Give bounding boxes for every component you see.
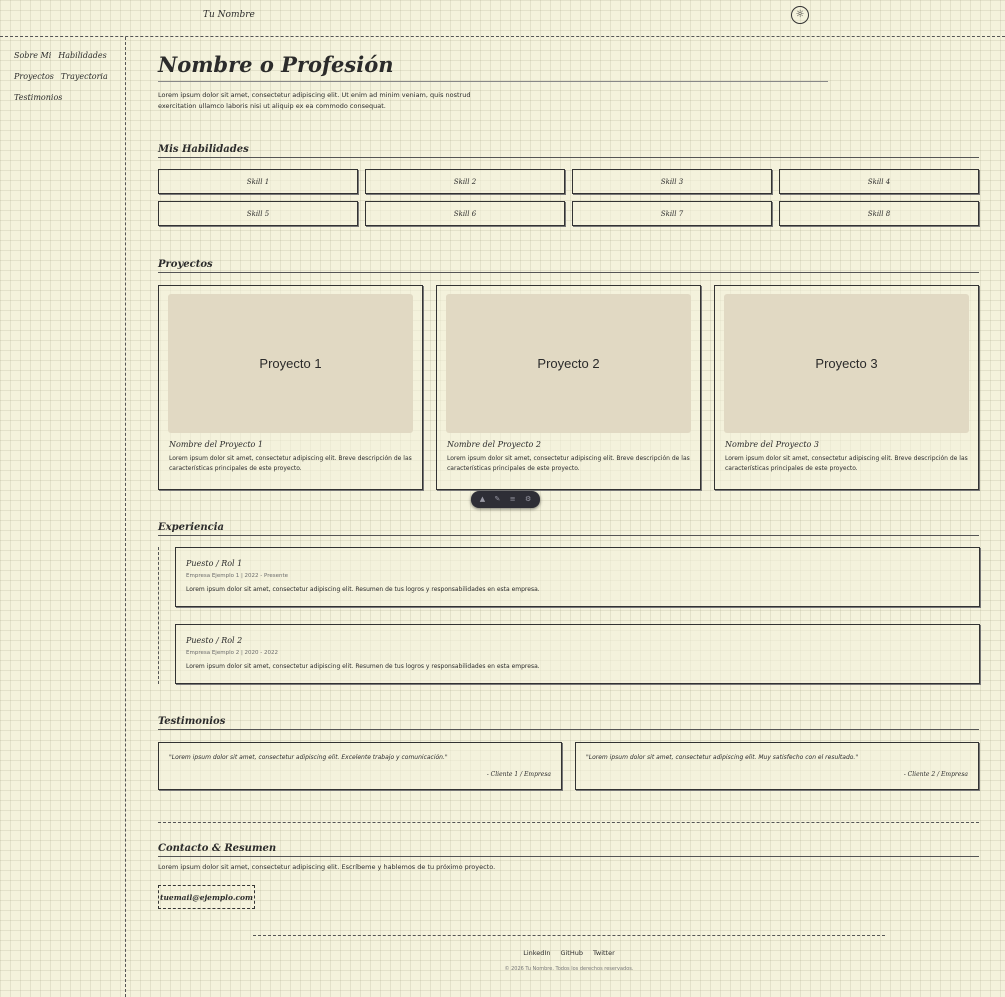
nav-link-trayectoria[interactable]: Trayectoria	[61, 70, 108, 83]
edit-icon[interactable]: ✎	[494, 496, 500, 503]
project-image: Proyecto 3	[724, 294, 969, 433]
experience-role: Puesto / Rol 1	[186, 559, 243, 568]
project-image: Proyecto 1	[168, 294, 413, 433]
top-bar: Tu Nombre ☼	[0, 0, 1005, 37]
sun-icon: ☼	[795, 9, 805, 20]
skills-title: Mis Habilidades	[158, 143, 979, 158]
skill-card: Skill 3	[572, 169, 772, 194]
projects-title: Proyectos	[158, 258, 979, 273]
hero-text: Lorem ipsum dolor sit amet, consectetur …	[158, 91, 471, 110]
project-name: Nombre del Proyecto 2	[447, 440, 542, 449]
testimonials-title: Testimonios	[158, 715, 979, 730]
project-image: Proyecto 2	[446, 294, 691, 433]
experience-title: Experiencia	[158, 521, 979, 536]
settings-icon[interactable]: ⚙	[525, 496, 531, 503]
skill-card: Skill 6	[365, 201, 565, 226]
project-card[interactable]: Proyecto 3 Nombre del Proyecto 3 Lorem i…	[714, 285, 979, 490]
skill-card: Skill 1	[158, 169, 358, 194]
project-card[interactable]: Proyecto 1 Nombre del Proyecto 1 Lorem i…	[158, 285, 423, 490]
experience-meta: Empresa Ejemplo 2 | 2020 - 2022	[186, 650, 279, 656]
footer-link-twitter[interactable]: Twitter	[593, 949, 615, 957]
project-card[interactable]: Proyecto 2 Nombre del Proyecto 2 Lorem i…	[436, 285, 701, 490]
project-description: Lorem ipsum dolor sit amet, consectetur …	[725, 455, 968, 472]
sidebar-nav: Sobre Mi Habilidades Proyectos Trayector…	[14, 49, 119, 104]
footer-links: LinkedIn GitHub Twitter	[253, 949, 885, 957]
hero-title: Nombre o Profesión	[158, 51, 828, 82]
floating-toolbar: ▲ ✎ ≡ ⚙	[471, 491, 540, 508]
pointer-icon[interactable]: ▲	[480, 496, 485, 503]
brand-name[interactable]: Tu Nombre	[203, 10, 255, 20]
theme-toggle-button[interactable]: ☼	[791, 6, 809, 24]
contact-divider	[158, 822, 979, 823]
experience-description: Lorem ipsum dolor sit amet, consectetur …	[186, 663, 540, 670]
footer-link-github[interactable]: GitHub	[560, 949, 583, 957]
list-icon[interactable]: ≡	[510, 496, 516, 503]
testimonial-quote: "Lorem ipsum dolor sit amet, consectetur…	[586, 754, 859, 761]
testimonial-author: - Cliente 1 / Empresa	[486, 771, 551, 778]
contact-title: Contacto & Resumen	[158, 842, 979, 857]
testimonial-author: - Cliente 2 / Empresa	[903, 771, 968, 778]
testimonial-card: "Lorem ipsum dolor sit amet, consectetur…	[575, 742, 979, 790]
skill-card: Skill 8	[779, 201, 979, 226]
experience-meta: Empresa Ejemplo 1 | 2022 - Presente	[186, 573, 289, 579]
footer: LinkedIn GitHub Twitter © 2026 Tu Nombre…	[253, 935, 885, 997]
skill-card: Skill 4	[779, 169, 979, 194]
testimonial-quote: "Lorem ipsum dolor sit amet, consectetur…	[169, 754, 448, 761]
footer-link-linkedin[interactable]: LinkedIn	[523, 949, 550, 957]
experience-description: Lorem ipsum dolor sit amet, consectetur …	[186, 586, 540, 593]
email-button[interactable]: tuemail@ejemplo.com	[158, 885, 255, 909]
experience-card: Puesto / Rol 2 Empresa Ejemplo 2 | 2020 …	[175, 624, 980, 684]
skill-card: Skill 7	[572, 201, 772, 226]
nav-link-habilidades[interactable]: Habilidades	[58, 49, 106, 62]
skills-grid: Skill 1 Skill 2 Skill 3 Skill 4 Skill 5 …	[158, 169, 979, 226]
project-description: Lorem ipsum dolor sit amet, consectetur …	[447, 455, 690, 472]
copyright-text: © 2026 Tu Nombre. Todos los derechos res…	[504, 966, 634, 972]
nav-link-sobre-mi[interactable]: Sobre Mi	[14, 49, 51, 62]
testimonial-card: "Lorem ipsum dolor sit amet, consectetur…	[158, 742, 562, 790]
experience-timeline: Puesto / Rol 1 Empresa Ejemplo 1 | 2022 …	[158, 547, 980, 684]
nav-link-proyectos[interactable]: Proyectos	[14, 70, 54, 83]
project-name: Nombre del Proyecto 1	[169, 440, 264, 449]
project-description: Lorem ipsum dolor sit amet, consectetur …	[169, 455, 412, 472]
sidebar: Sobre Mi Habilidades Proyectos Trayector…	[0, 37, 126, 997]
nav-link-testimonios[interactable]: Testimonios	[14, 91, 62, 104]
skill-card: Skill 5	[158, 201, 358, 226]
contact-text: Lorem ipsum dolor sit amet, consectetur …	[158, 863, 496, 871]
experience-role: Puesto / Rol 2	[186, 636, 243, 645]
skill-card: Skill 2	[365, 169, 565, 194]
experience-card: Puesto / Rol 1 Empresa Ejemplo 1 | 2022 …	[175, 547, 980, 607]
project-name: Nombre del Proyecto 3	[725, 440, 820, 449]
